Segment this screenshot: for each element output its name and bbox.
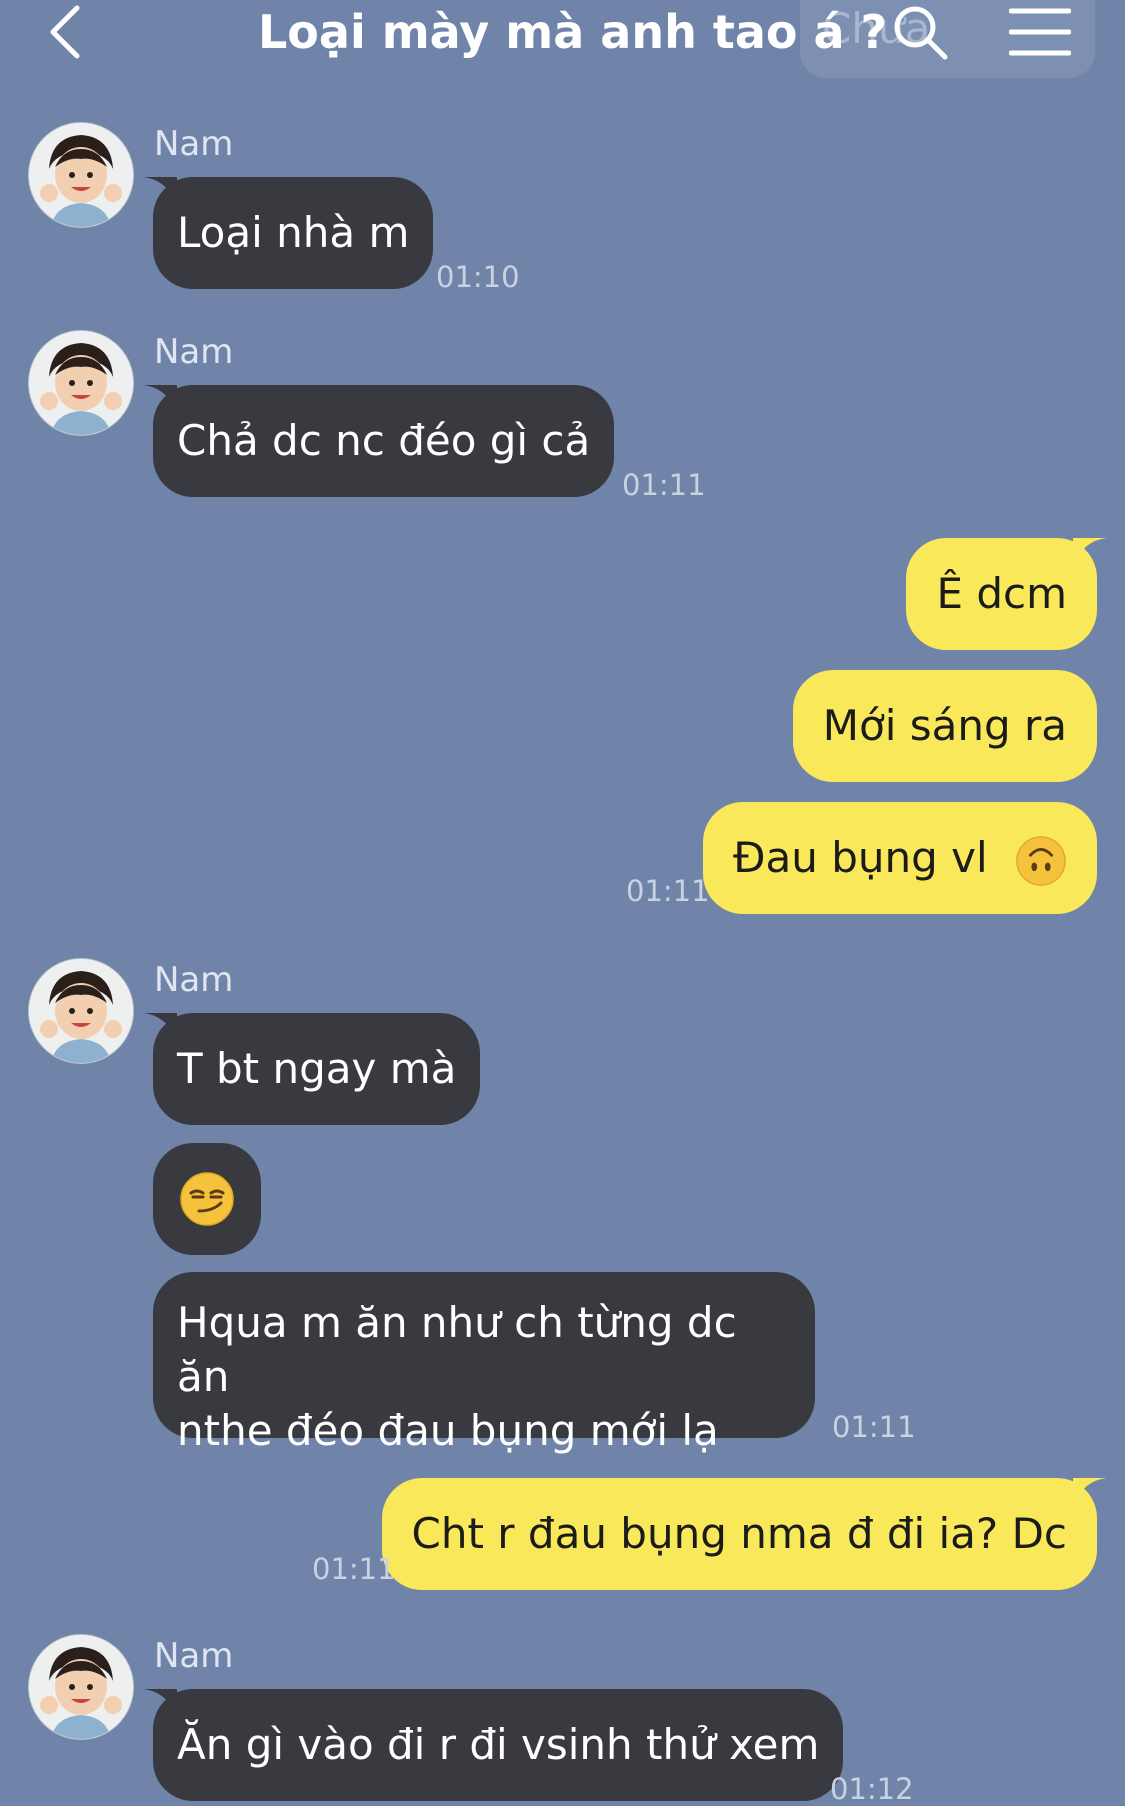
message-time: 01:11	[626, 874, 710, 908]
message-bubble[interactable]: Loại nhà m	[143, 177, 434, 289]
message-bubble[interactable]: Cht r đau bụng nma đ đi ia? Dc	[381, 1478, 1107, 1590]
message-text-line: Hqua m ăn như ch từng dc ăn	[177, 1298, 737, 1401]
search-icon	[894, 6, 948, 60]
message-time: 01:11	[832, 1410, 916, 1444]
message-time: 01:12	[830, 1772, 914, 1806]
message-bubble[interactable]: T bt ngay mà	[143, 1013, 481, 1125]
upside-down-face-icon	[1016, 835, 1066, 886]
message-bubble[interactable]: Đau bụng vl	[702, 802, 1097, 914]
sender-name: Nam	[154, 332, 234, 372]
message-text: Ăn gì vào đi r đi vsinh thử xem	[177, 1720, 820, 1769]
avatar[interactable]	[28, 1634, 134, 1740]
avatar-image	[29, 1635, 133, 1739]
back-button[interactable]	[40, 0, 90, 64]
message-time: 01:11	[622, 468, 706, 502]
message-text: Loại nhà m	[177, 208, 410, 257]
chat-header: Chưa Loại mày mà anh tao á ?	[0, 0, 1125, 78]
message-text: Ê dcm	[936, 569, 1067, 618]
bubble-tail	[143, 177, 177, 203]
bubble-tail	[1073, 538, 1107, 564]
message-text-line: nthe đéo đau bụng mới lạ	[177, 1406, 719, 1455]
search-button[interactable]	[888, 0, 952, 64]
sender-name: Nam	[154, 960, 234, 1000]
message-text: Cht r đau bụng nma đ đi ia? Dc	[411, 1509, 1067, 1558]
menu-button[interactable]	[1008, 4, 1072, 60]
message-bubble[interactable]: Hqua m ăn như ch từng dc ăn nthe đéo đau…	[153, 1272, 815, 1455]
avatar-image	[29, 331, 133, 435]
message-bubble[interactable]: Mới sáng ra	[792, 670, 1097, 782]
sender-name: Nam	[154, 1636, 234, 1676]
chevron-left-icon	[50, 5, 80, 59]
avatar[interactable]	[28, 958, 134, 1064]
bubble-tail	[143, 385, 177, 411]
message-bubble[interactable]	[153, 1143, 261, 1255]
bubble-tail	[1073, 1478, 1107, 1504]
message-time: 01:11	[312, 1552, 396, 1586]
avatar[interactable]	[28, 330, 134, 436]
message-text: Đau bụng vl	[732, 833, 988, 882]
message-text: T bt ngay mà	[177, 1044, 457, 1093]
message-bubble[interactable]: Chả dc nc đéo gì cả	[143, 385, 615, 497]
avatar-image	[29, 959, 133, 1063]
bubble-tail	[143, 1689, 177, 1715]
message-bubble[interactable]: Ê dcm	[906, 538, 1107, 650]
chat-title: Loại mày mà anh tao á ?	[258, 5, 888, 59]
message-text: Mới sáng ra	[822, 701, 1067, 750]
avatar-image	[29, 123, 133, 227]
smirking-face-icon	[180, 1172, 234, 1226]
message-time: 01:10	[436, 260, 520, 294]
sender-name: Nam	[154, 124, 234, 164]
message-bubble[interactable]: Ăn gì vào đi r đi vsinh thử xem	[143, 1689, 844, 1801]
avatar[interactable]	[28, 122, 134, 228]
message-text: Chả dc nc đéo gì cả	[177, 416, 591, 465]
hamburger-icon	[1009, 8, 1071, 56]
bubble-tail	[143, 1013, 177, 1039]
